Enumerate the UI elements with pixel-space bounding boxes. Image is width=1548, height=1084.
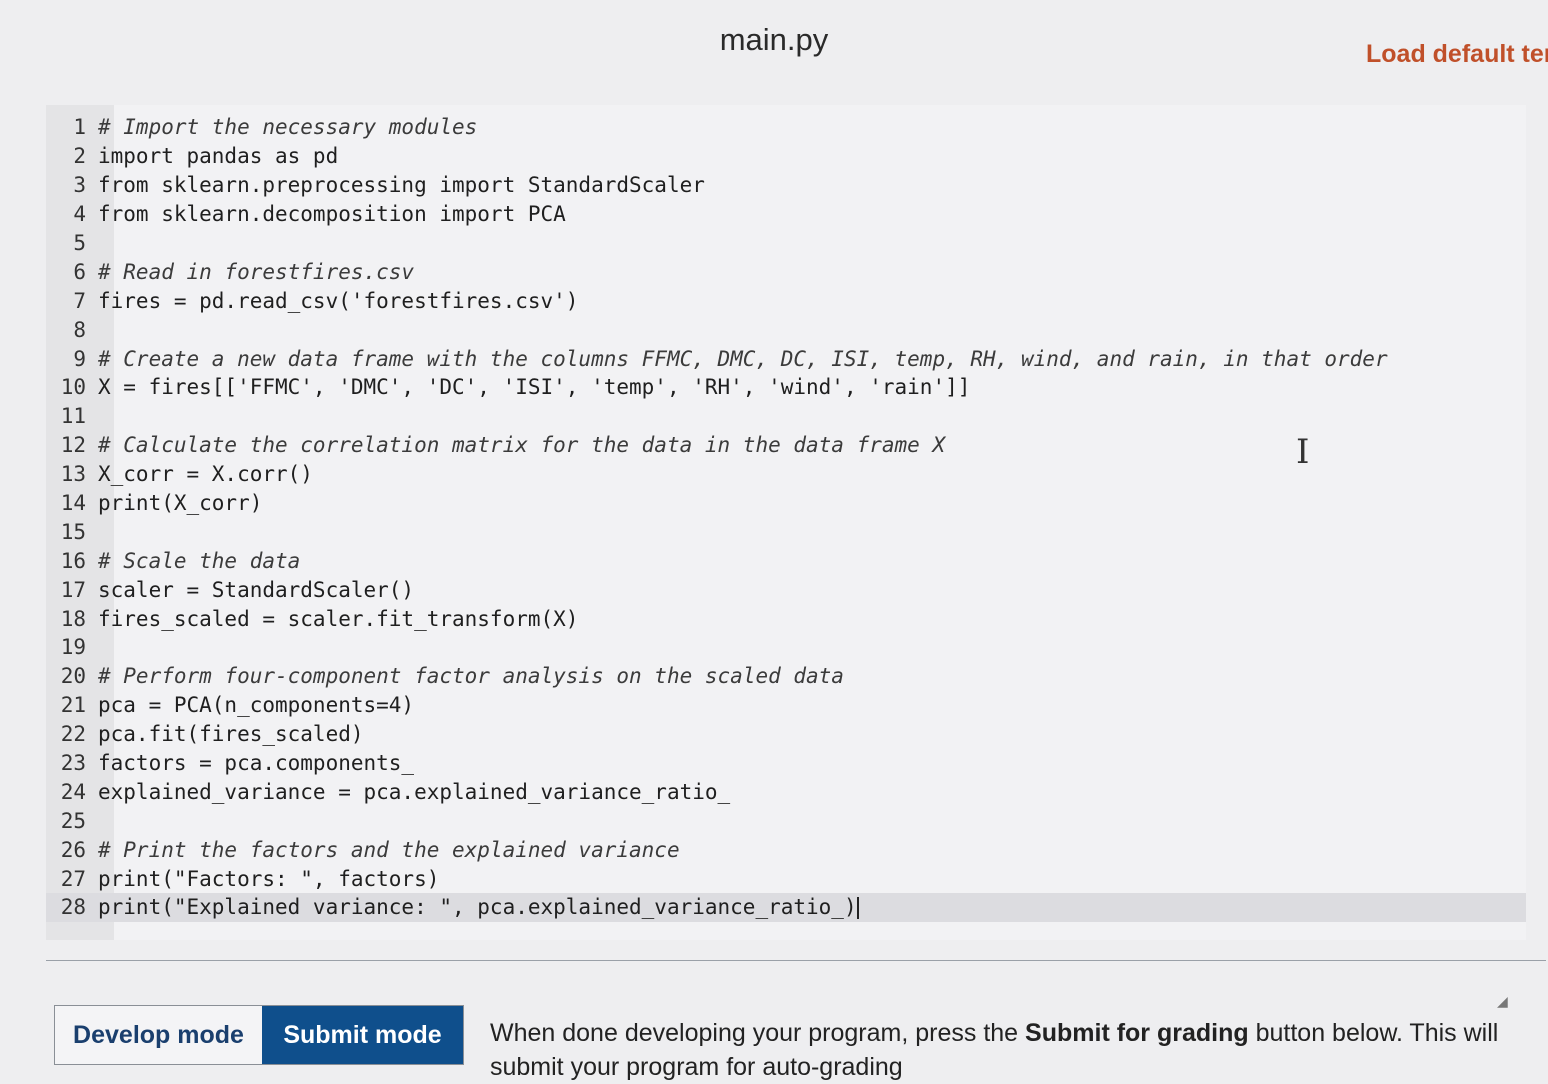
code-text[interactable]: # Calculate the correlation matrix for t… [98,433,945,457]
code-text[interactable]: print(X_corr) [98,491,262,515]
code-line[interactable]: 17 scaler = StandardScaler() [46,575,1526,604]
code-line[interactable]: 26 # Print the factors and the explained … [46,835,1526,864]
code-line[interactable]: 20 # Perform four-component factor analys… [46,662,1526,691]
code-text[interactable]: import pandas as pd [98,144,338,168]
code-line[interactable]: 24 explained_variance = pca.explained_var… [46,777,1526,806]
code-text[interactable]: from sklearn.preprocessing import Standa… [98,173,705,197]
code-text[interactable]: # Perform four-component factor analysis… [98,664,844,688]
code-line[interactable]: 28 print("Explained variance: ", pca.expl… [46,893,1526,922]
code-text[interactable]: # Read in forestfires.csv [98,260,414,284]
line-number: 16 [60,548,86,573]
line-number: 12 [60,433,86,458]
line-number: 25 [60,808,86,833]
code-line[interactable]: 1 # Import the necessary modules [46,113,1526,142]
divider [46,960,1546,961]
code-line[interactable]: 2 import pandas as pd [46,142,1526,171]
code-line[interactable]: 21 pca = PCA(n_components=4) [46,691,1526,720]
line-number: 14 [60,491,86,516]
code-line[interactable]: 23 factors = pca.components_ [46,749,1526,778]
resize-handle-icon[interactable]: ◢ [1497,993,1508,1010]
line-number: 20 [60,664,86,689]
code-text[interactable]: # Create a new data frame with the colum… [98,347,1388,371]
line-number: 15 [60,519,86,544]
instructions-text-before: When done developing your program, press… [490,1019,1026,1047]
code-line[interactable]: 15 [46,517,1526,546]
load-default-template-link[interactable]: Load default ter [1366,40,1548,69]
line-number: 17 [60,577,86,602]
line-number: 10 [60,375,86,400]
code-text[interactable]: # Import the necessary modules [98,115,477,139]
code-area[interactable]: 1 # Import the necessary modules 2 import p… [46,113,1526,922]
code-text[interactable]: pca = PCA(n_components=4) [98,693,414,717]
code-line[interactable]: 19 [46,633,1526,662]
line-number: 24 [60,779,86,804]
code-text[interactable]: fires = pd.read_csv('forestfires.csv') [98,289,578,313]
line-number: 27 [60,866,86,891]
code-line[interactable]: 6 # Read in forestfires.csv [46,257,1526,286]
editor-header: main.py Load default ter [0,0,1548,95]
code-line[interactable]: 16 # Scale the data [46,546,1526,575]
line-number: 28 [60,895,86,920]
code-text[interactable]: # Print the factors and the explained va… [98,838,680,862]
line-number: 22 [60,722,86,747]
code-line[interactable]: 3 from sklearn.preprocessing import Stand… [46,171,1526,200]
text-cursor-icon: I [1296,432,1310,472]
code-line[interactable]: 8 [46,315,1526,344]
line-number: 8 [73,317,86,342]
code-text[interactable]: factors = pca.components_ [98,751,414,775]
submit-instructions: When done developing your program, press… [490,1016,1540,1084]
code-line[interactable]: 14 print(X_corr) [46,489,1526,518]
line-number: 23 [60,751,86,776]
code-text[interactable]: X = fires[['FFMC', 'DMC', 'DC', 'ISI', '… [98,375,970,399]
code-line[interactable]: 7 fires = pd.read_csv('forestfires.csv') [46,286,1526,315]
code-text[interactable]: explained_variance = pca.explained_varia… [98,780,730,804]
code-line[interactable]: 22 pca.fit(fires_scaled) [46,720,1526,749]
code-line[interactable]: 18 fires_scaled = scaler.fit_transform(X) [46,604,1526,633]
line-number: 2 [73,144,86,169]
file-name-title: main.py [719,22,829,57]
line-number: 6 [73,259,86,284]
text-caret [856,897,859,920]
instructions-bold-text: Submit for grading [1025,1019,1249,1047]
develop-mode-button[interactable]: Develop mode [55,1006,262,1064]
code-line[interactable]: 5 [46,229,1526,258]
code-line[interactable]: 27 print("Factors: ", factors) [46,864,1526,893]
line-number: 13 [60,462,86,487]
code-text[interactable]: print("Factors: ", factors) [98,867,439,891]
code-line[interactable]: 10 X = fires[['FFMC', 'DMC', 'DC', 'ISI',… [46,373,1526,402]
line-number: 1 [73,115,86,140]
code-text[interactable]: X_corr = X.corr() [98,462,313,486]
code-editor[interactable]: 1 # Import the necessary modules 2 import p… [46,105,1526,940]
line-number: 18 [60,606,86,631]
line-number: 3 [73,173,86,198]
code-line[interactable]: 25 [46,806,1526,835]
code-text[interactable]: pca.fit(fires_scaled) [98,722,364,746]
code-text[interactable]: from sklearn.decomposition import PCA [98,202,566,226]
code-line[interactable]: 4 from sklearn.decomposition import PCA [46,200,1526,229]
code-line[interactable]: 11 [46,402,1526,431]
code-line[interactable]: 9 # Create a new data frame with the colu… [46,344,1526,373]
line-number: 5 [73,231,86,255]
code-text[interactable]: scaler = StandardScaler() [98,578,414,602]
line-number: 19 [60,635,86,660]
line-number: 26 [60,837,86,862]
line-number: 9 [73,346,86,371]
line-number: 21 [60,693,86,718]
line-number: 7 [73,288,86,313]
line-number: 11 [60,404,86,429]
line-number: 4 [73,202,86,227]
code-text[interactable]: fires_scaled = scaler.fit_transform(X) [98,607,578,631]
code-text[interactable]: print("Explained variance: ", pca.explai… [98,895,859,920]
mode-toggle: Develop mode Submit mode [54,1005,464,1065]
code-text[interactable]: # Scale the data [98,549,300,573]
submit-mode-button[interactable]: Submit mode [261,1006,463,1064]
